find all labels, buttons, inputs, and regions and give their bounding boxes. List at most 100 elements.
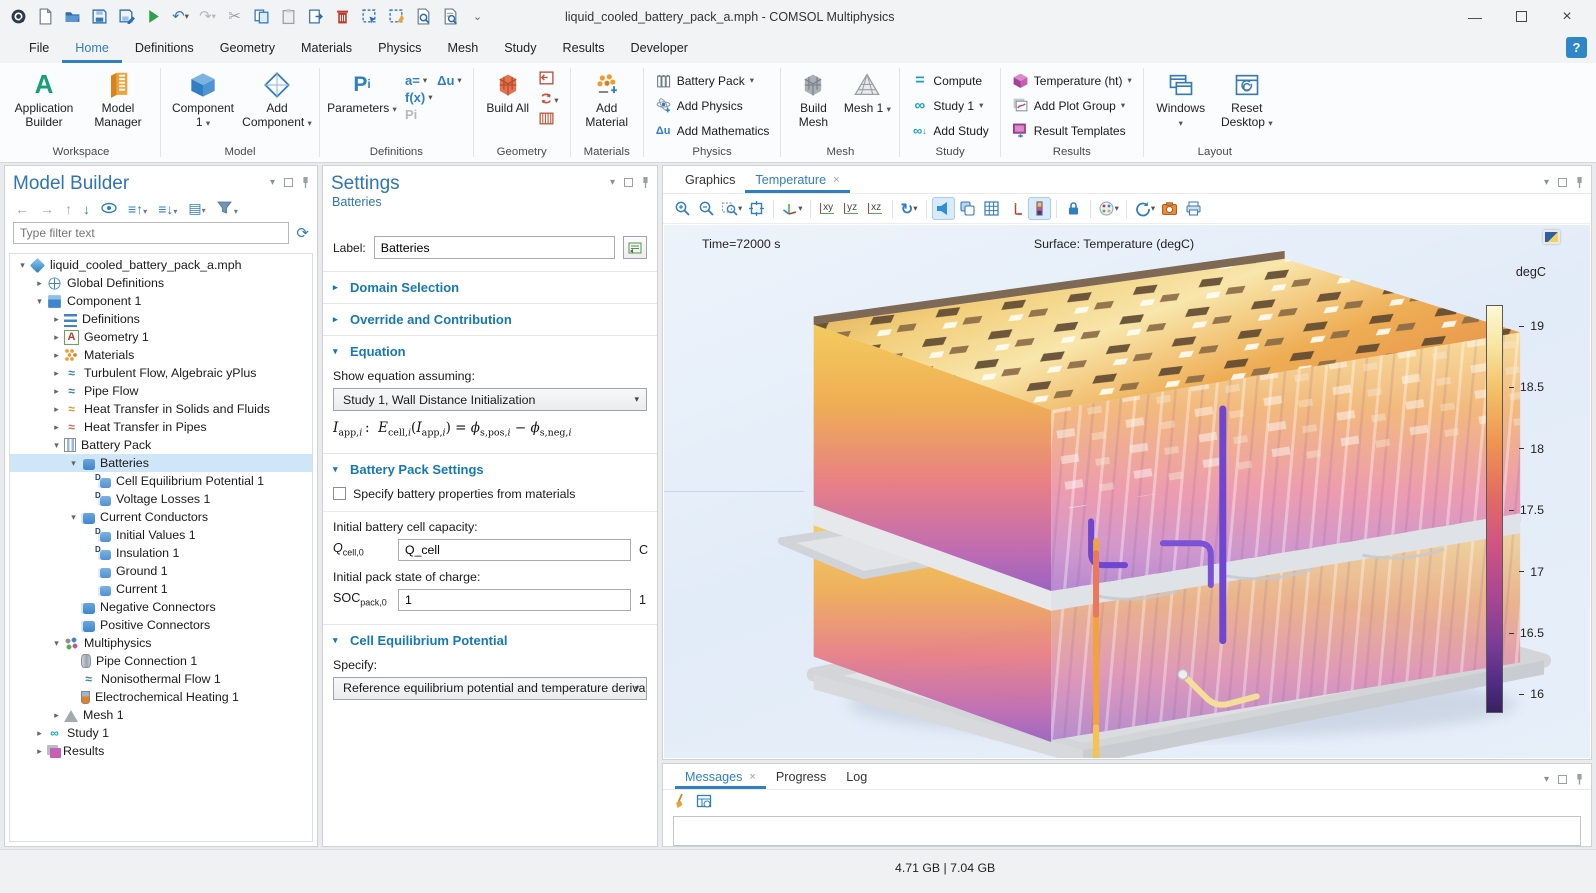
menu-item-materials[interactable]: Materials <box>288 33 365 63</box>
copy-table-icon[interactable] <box>696 794 712 812</box>
pin-icon[interactable] <box>302 177 309 188</box>
color-theme-icon[interactable]: ▾ <box>1096 197 1121 220</box>
open-file-button[interactable] <box>60 5 85 29</box>
tree-item[interactable]: Pipe Connection 1 <box>10 652 312 670</box>
collapse-chevron-icon[interactable]: ▾ <box>610 177 615 188</box>
undo-button[interactable]: ↶▾ <box>168 5 193 29</box>
float-icon[interactable] <box>284 178 293 187</box>
tree-item[interactable]: Electrochemical Heating 1 <box>10 688 312 706</box>
filter-input[interactable] <box>13 222 289 244</box>
minimize-button[interactable]: — <box>1452 0 1498 33</box>
model-manager-button[interactable]: Model Manager <box>82 68 154 132</box>
import-geometry-icon[interactable] <box>538 70 555 87</box>
tree-item[interactable]: ▾Component 1 <box>10 292 312 310</box>
messages-output-area[interactable] <box>673 816 1581 846</box>
float-icon[interactable] <box>1558 178 1567 187</box>
add-plot-group-button[interactable]: Add Plot Group ▾ <box>1007 93 1137 118</box>
filter-icon[interactable]: ▾ <box>217 201 238 217</box>
tree-item[interactable]: Cell Equilibrium Potential 1 <box>10 472 312 490</box>
tree-item[interactable]: ≈Nonisothermal Flow 1 <box>10 670 312 688</box>
snapshot-icon[interactable] <box>1158 197 1181 220</box>
tree-twisty-icon[interactable]: ▸ <box>50 404 63 415</box>
close-tab-icon[interactable]: × <box>833 174 839 186</box>
pin-icon[interactable] <box>642 177 649 188</box>
nonlocal-couplings-button[interactable]: Δu▾ <box>432 72 467 89</box>
variables-button[interactable]: a=▾ <box>400 72 432 89</box>
tab-progress[interactable]: Progress <box>766 764 836 789</box>
tree-item[interactable]: Positive Connectors <box>10 616 312 634</box>
node-label-icon[interactable]: ▤▾ <box>188 200 205 217</box>
build-all-geometry-button[interactable]: Build All <box>480 68 536 119</box>
rebuild-geometry-icon[interactable]: ▾ <box>538 90 564 107</box>
zoom-extents-icon[interactable] <box>745 197 768 220</box>
save-button[interactable] <box>87 5 112 29</box>
result-templates-button[interactable]: Result Templates <box>1007 118 1137 143</box>
section-domain-selection[interactable]: ▸Domain Selection <box>323 271 657 303</box>
new-file-button[interactable] <box>33 5 58 29</box>
tree-item[interactable]: ▸∞Study 1 <box>10 724 312 742</box>
select-box-button[interactable] <box>357 5 382 29</box>
section-override-contribution[interactable]: ▸Override and Contribution <box>323 303 657 335</box>
mesh1-button[interactable]: Mesh 1 ▾ <box>841 68 893 120</box>
menu-item-home[interactable]: Home <box>62 33 122 63</box>
soc-input[interactable] <box>398 589 631 611</box>
delete-button[interactable] <box>330 5 355 29</box>
temperature-plot-button[interactable]: Temperature (ht) ▾ <box>1007 68 1137 93</box>
tree-item[interactable]: Negative Connectors <box>10 598 312 616</box>
redo-button[interactable]: ↷▾ <box>195 5 220 29</box>
tab-log[interactable]: Log <box>836 764 877 789</box>
search-settings-button[interactable] <box>438 5 463 29</box>
tree-item[interactable]: Ground 1 <box>10 562 312 580</box>
zoom-in-icon[interactable] <box>671 197 694 220</box>
menu-item-study[interactable]: Study <box>491 33 549 63</box>
specify-combo[interactable]: Reference equilibrium potential and temp… <box>333 677 647 700</box>
virtual-operations-icon[interactable] <box>538 110 555 127</box>
copy-button[interactable] <box>249 5 274 29</box>
find-button[interactable] <box>411 5 436 29</box>
tab-messages[interactable]: Messages× <box>675 764 766 789</box>
menu-item-mesh[interactable]: Mesh <box>434 33 491 63</box>
reset-desktop-button[interactable]: C Reset Desktop ▾ <box>1214 68 1280 133</box>
plot-thumbnail-icon[interactable] <box>1543 230 1560 244</box>
clear-selection-button[interactable] <box>384 5 409 29</box>
tree-item[interactable]: ▸≈Pipe Flow <box>10 382 312 400</box>
add-material-button[interactable]: Add Material <box>577 68 637 132</box>
parameters-button[interactable]: Pi Parameters ▾ <box>326 68 398 120</box>
section-cell-equilibrium-potential[interactable]: ▾Cell Equilibrium Potential <box>323 624 657 656</box>
capacity-input[interactable] <box>398 539 631 561</box>
move-down-icon[interactable]: ↓ <box>83 201 90 217</box>
tree-twisty-icon[interactable]: ▸ <box>33 728 46 739</box>
tree-twisty-icon[interactable]: ▾ <box>67 458 80 469</box>
label-input[interactable] <box>374 236 615 259</box>
paste-button[interactable] <box>276 5 301 29</box>
add-mathematics-button[interactable]: Δu Add Mathematics <box>650 118 775 143</box>
rename-button[interactable] <box>623 236 647 259</box>
tree-twisty-icon[interactable]: ▸ <box>50 332 63 343</box>
float-icon[interactable] <box>624 178 633 187</box>
maximize-button[interactable] <box>1498 0 1544 33</box>
help-button[interactable]: ? <box>1566 37 1587 58</box>
add-study-button[interactable]: ∞↓ Add Study <box>906 118 993 143</box>
tab-temperature[interactable]: Temperature× <box>745 166 849 193</box>
run-application-button[interactable] <box>141 5 166 29</box>
tree-item[interactable]: ▾Current Conductors <box>10 508 312 526</box>
build-mesh-button[interactable]: Build Mesh <box>787 68 839 132</box>
tree-item[interactable]: ▸Mesh 1 <box>10 706 312 724</box>
equation-combo[interactable]: Study 1, Wall Distance Initialization <box>333 388 647 411</box>
menu-item-definitions[interactable]: Definitions <box>122 33 207 63</box>
tree-item[interactable]: ▸Results <box>10 742 312 760</box>
tree-twisty-icon[interactable]: ▾ <box>67 512 80 523</box>
pin-icon[interactable] <box>1576 177 1583 188</box>
collapse-chevron-icon[interactable]: ▾ <box>1544 774 1549 785</box>
tree-twisty-icon[interactable]: ▸ <box>50 386 63 397</box>
tree-twisty-icon[interactable]: ▸ <box>50 422 63 433</box>
menu-item-physics[interactable]: Physics <box>365 33 434 63</box>
tree-item[interactable]: ▸≈Heat Transfer in Solids and Fluids <box>10 400 312 418</box>
go-to-view-icon[interactable]: ▾ <box>779 197 804 220</box>
view-yz-icon[interactable]: yz <box>840 197 863 220</box>
specify-from-materials-checkbox[interactable] <box>333 487 346 500</box>
duplicate-button[interactable] <box>303 5 328 29</box>
tree-item[interactable]: ▾Multiphysics <box>10 634 312 652</box>
tree-item[interactable]: ▾Batteries <box>10 454 312 472</box>
cut-button[interactable]: ✂ <box>222 5 247 29</box>
